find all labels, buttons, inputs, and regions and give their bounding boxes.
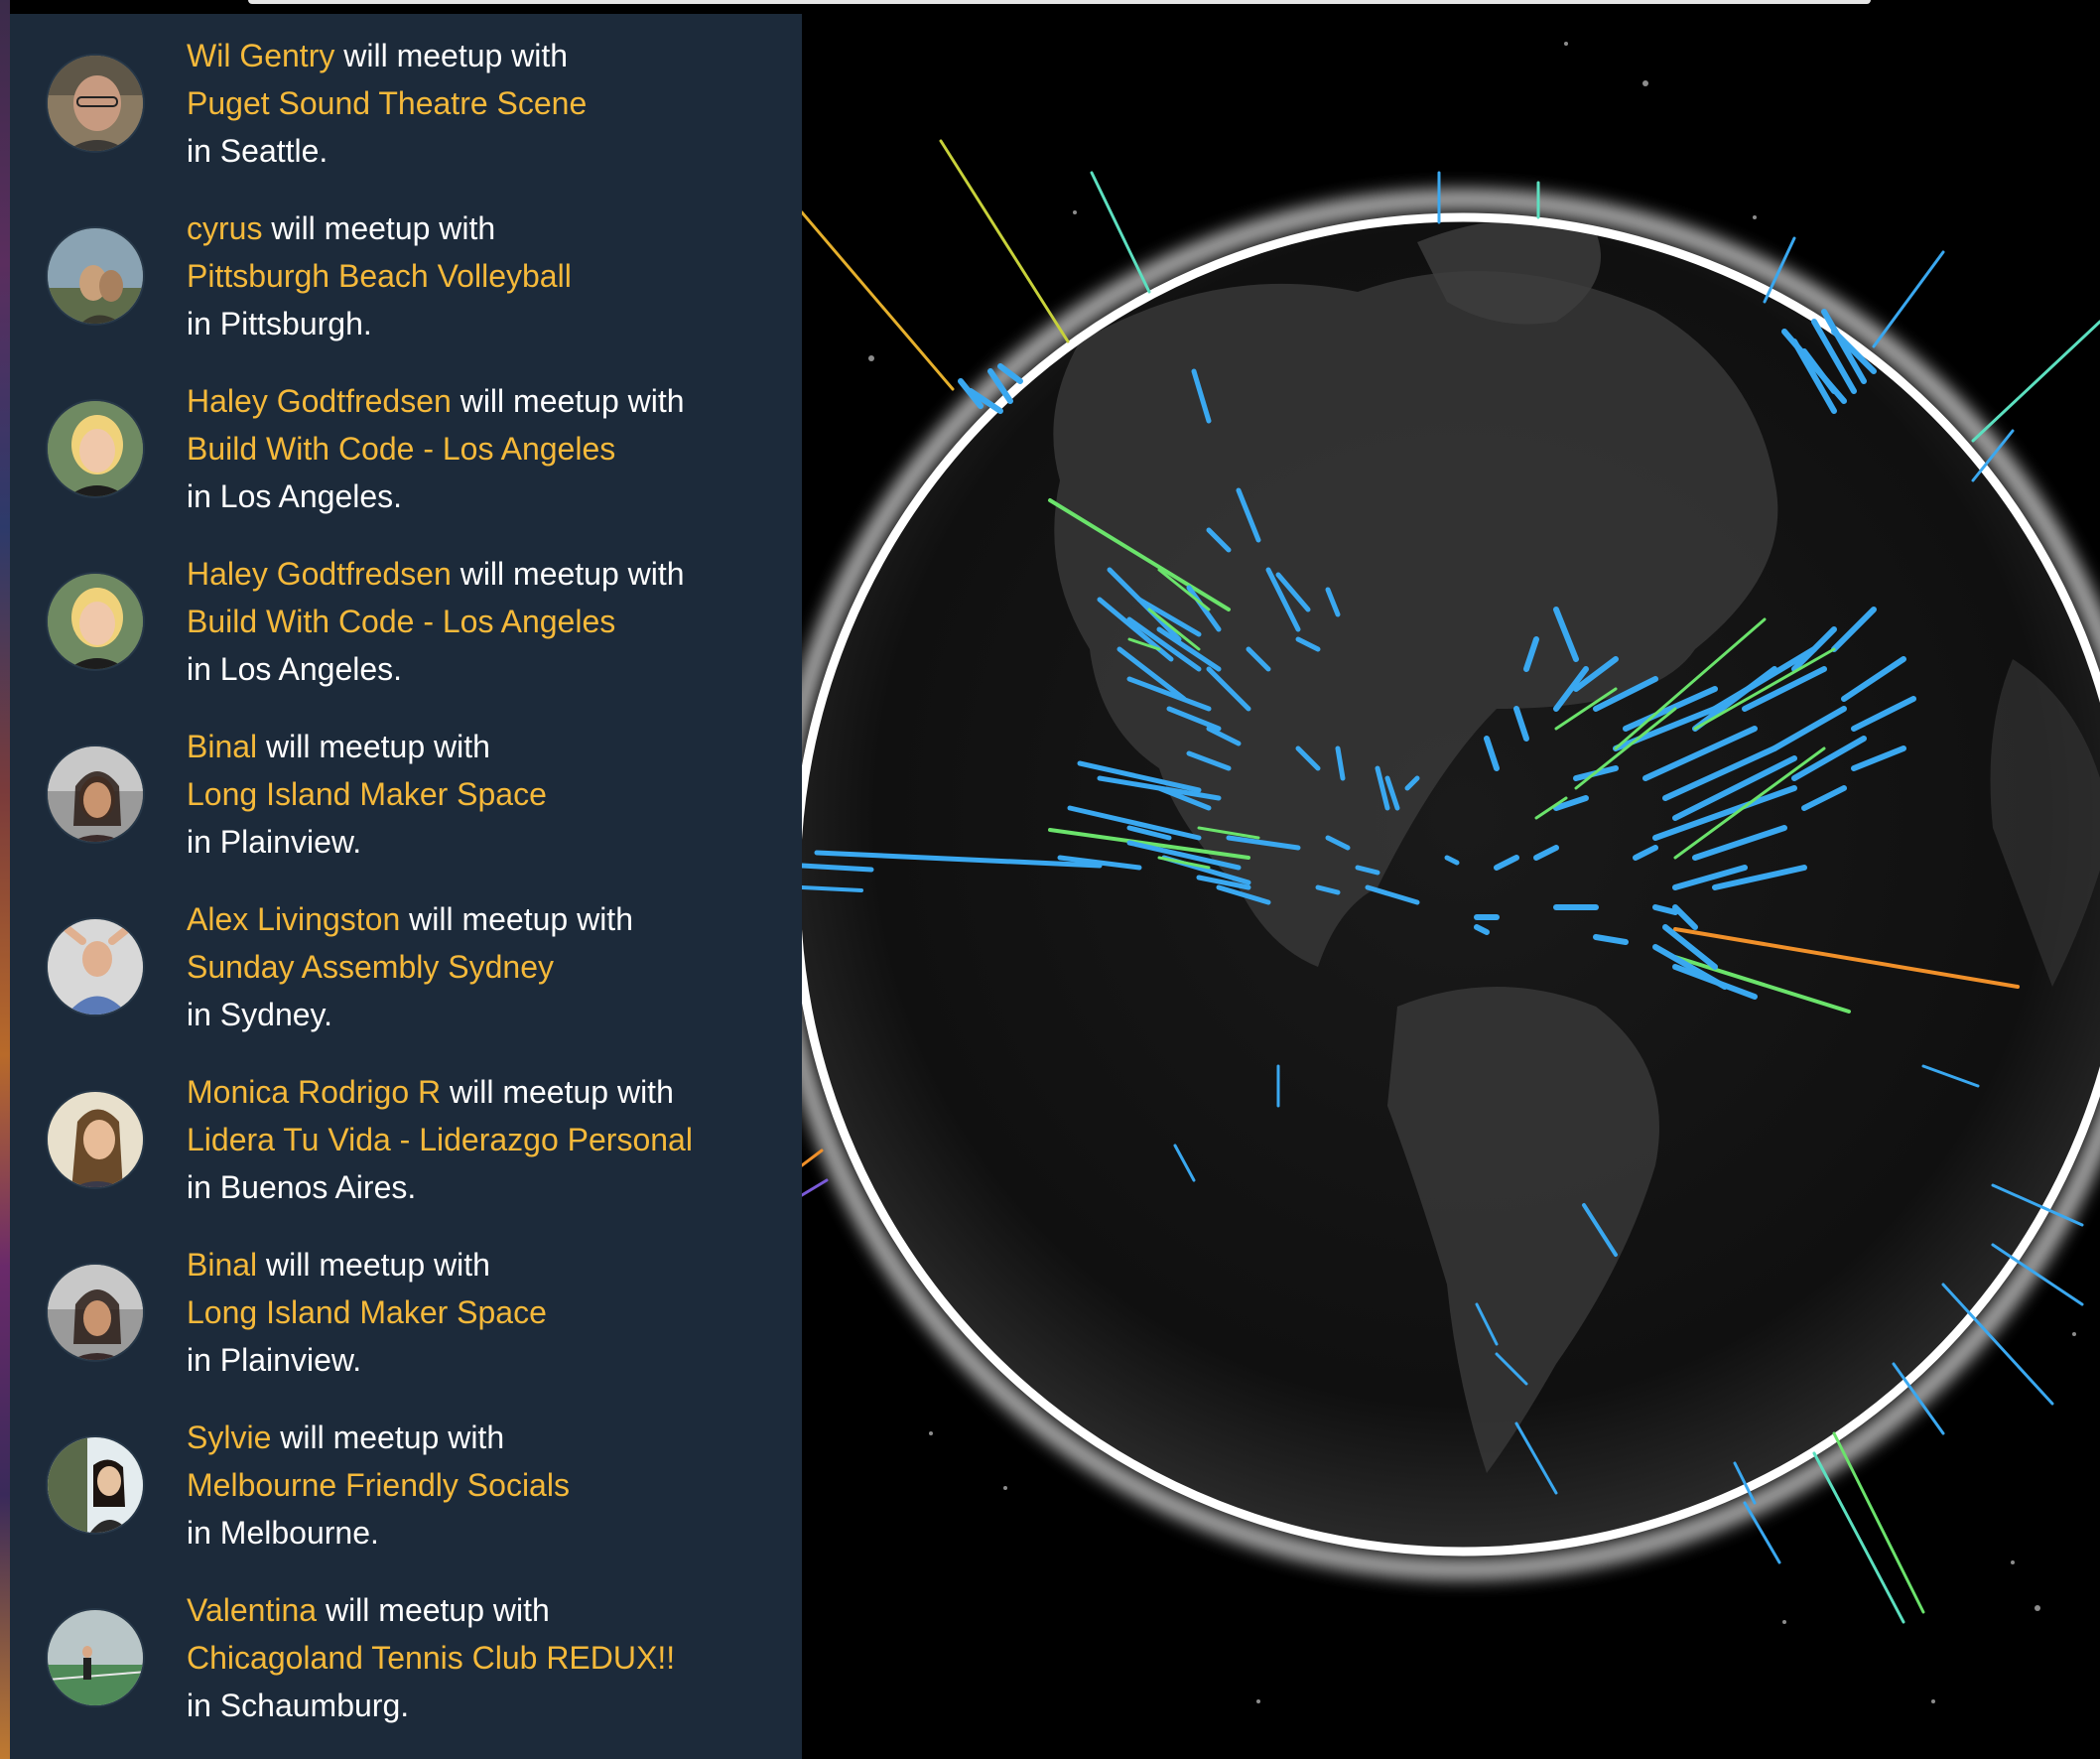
connector-text: will meetup with — [325, 1592, 550, 1628]
member-name-link[interactable]: Haley Godtfredsen — [187, 556, 452, 592]
member-name-link[interactable]: Binal — [187, 1247, 257, 1283]
member-name-link[interactable]: cyrus — [187, 210, 262, 246]
group-name-link[interactable]: Build With Code - Los Angeles — [187, 604, 615, 639]
city-name: Los Angeles. — [219, 651, 403, 687]
connector-text: will meetup with — [459, 556, 685, 592]
feed-message: Sylvie will meetup with Melbourne Friend… — [187, 1414, 570, 1556]
avatar[interactable] — [46, 1608, 145, 1707]
feed-item: Binal will meetup with Long Island Maker… — [10, 705, 802, 878]
city-name: Buenos Aires. — [219, 1169, 417, 1205]
member-name-link[interactable]: Sylvie — [187, 1420, 271, 1455]
feed-message: Monica Rodrigo R will meetup with Lidera… — [187, 1068, 693, 1211]
member-name-link[interactable]: Alex Livingston — [187, 901, 400, 937]
globe-visualization[interactable] — [802, 14, 2100, 1759]
member-name-link[interactable]: Binal — [187, 729, 257, 764]
avatar[interactable] — [46, 917, 145, 1016]
avatar[interactable] — [46, 1090, 145, 1189]
globe-canvas[interactable] — [802, 14, 2100, 1759]
avatar[interactable] — [46, 226, 145, 326]
city-prefix: in — [187, 306, 211, 341]
feed-item: Monica Rodrigo R will meetup with Lidera… — [10, 1050, 802, 1223]
connector-text: will meetup with — [266, 729, 490, 764]
city-prefix: in — [187, 824, 211, 860]
avatar[interactable] — [46, 1435, 145, 1535]
feed-item: Wil Gentry will meetup with Puget Sound … — [10, 14, 802, 187]
city-name: Sydney. — [219, 997, 333, 1032]
feed-message: Binal will meetup with Long Island Maker… — [187, 1241, 547, 1384]
feed-message: Wil Gentry will meetup with Puget Sound … — [187, 32, 587, 175]
city-prefix: in — [187, 651, 211, 687]
feed-message: cyrus will meetup with Pittsburgh Beach … — [187, 204, 572, 347]
city-prefix: in — [187, 1169, 211, 1205]
feed-item: Haley Godtfredsen will meetup with Build… — [10, 359, 802, 532]
avatar[interactable] — [46, 1263, 145, 1362]
feed-message: Valentina will meetup with Chicagoland T… — [187, 1586, 675, 1729]
city-prefix: in — [187, 133, 211, 169]
feed-message: Haley Godtfredsen will meetup with Build… — [187, 550, 685, 693]
feed-message: Alex Livingston will meetup with Sunday … — [187, 895, 633, 1038]
feed-item: Valentina will meetup with Chicagoland T… — [10, 1568, 802, 1741]
city-prefix: in — [187, 997, 211, 1032]
member-name-link[interactable]: Haley Godtfredsen — [187, 383, 452, 419]
connector-text: will meetup with — [280, 1420, 505, 1455]
avatar[interactable] — [46, 54, 145, 153]
member-name-link[interactable]: Monica Rodrigo R — [187, 1074, 441, 1110]
connector-text: will meetup with — [459, 383, 685, 419]
city-name: Schaumburg. — [219, 1688, 410, 1723]
city-prefix: in — [187, 1688, 211, 1723]
city-name: Melbourne. — [219, 1515, 379, 1551]
feed-item: cyrus will meetup with Pittsburgh Beach … — [10, 187, 802, 359]
group-name-link[interactable]: Long Island Maker Space — [187, 1294, 547, 1330]
meetup-globe-app: { "colors": { "panel_bg": "#1c2a3a", "hi… — [0, 0, 2100, 1759]
avatar[interactable] — [46, 572, 145, 671]
desktop-edge — [0, 0, 10, 1759]
feed-message: Haley Godtfredsen will meetup with Build… — [187, 377, 685, 520]
member-name-link[interactable]: Wil Gentry — [187, 38, 334, 73]
city-name: Seattle. — [219, 133, 328, 169]
feed-item: Sylvie will meetup with Melbourne Friend… — [10, 1396, 802, 1568]
city-prefix: in — [187, 1342, 211, 1378]
group-name-link[interactable]: Sunday Assembly Sydney — [187, 949, 554, 985]
member-name-link[interactable]: Valentina — [187, 1592, 317, 1628]
connector-text: will meetup with — [266, 1247, 490, 1283]
group-name-link[interactable]: Chicagoland Tennis Club REDUX!! — [187, 1640, 675, 1676]
city-name: Pittsburgh. — [219, 306, 372, 341]
city-prefix: in — [187, 1515, 211, 1551]
feed-item: Alex Livingston will meetup with Sunday … — [10, 878, 802, 1050]
city-name: Plainview. — [219, 1342, 362, 1378]
connector-text: will meetup with — [343, 38, 569, 73]
connector-text: will meetup with — [409, 901, 633, 937]
city-name: Plainview. — [219, 824, 362, 860]
avatar[interactable] — [46, 744, 145, 844]
city-prefix: in — [187, 478, 211, 514]
feed-item: Binal will meetup with Long Island Maker… — [10, 1223, 802, 1396]
city-name: Los Angeles. — [219, 478, 403, 514]
group-name-link[interactable]: Melbourne Friendly Socials — [187, 1467, 570, 1503]
feed-message: Binal will meetup with Long Island Maker… — [187, 723, 547, 866]
browser-top-edge — [248, 0, 1871, 4]
group-name-link[interactable]: Long Island Maker Space — [187, 776, 547, 812]
feed-item: Haley Godtfredsen will meetup with Build… — [10, 532, 802, 705]
group-name-link[interactable]: Build With Code - Los Angeles — [187, 431, 615, 467]
connector-text: will meetup with — [271, 210, 496, 246]
rsvp-feed-panel: Wil Gentry will meetup with Puget Sound … — [10, 14, 802, 1759]
group-name-link[interactable]: Puget Sound Theatre Scene — [187, 85, 587, 121]
avatar[interactable] — [46, 399, 145, 498]
group-name-link[interactable]: Pittsburgh Beach Volleyball — [187, 258, 572, 294]
group-name-link[interactable]: Lidera Tu Vida - Liderazgo Personal — [187, 1122, 693, 1157]
connector-text: will meetup with — [450, 1074, 674, 1110]
